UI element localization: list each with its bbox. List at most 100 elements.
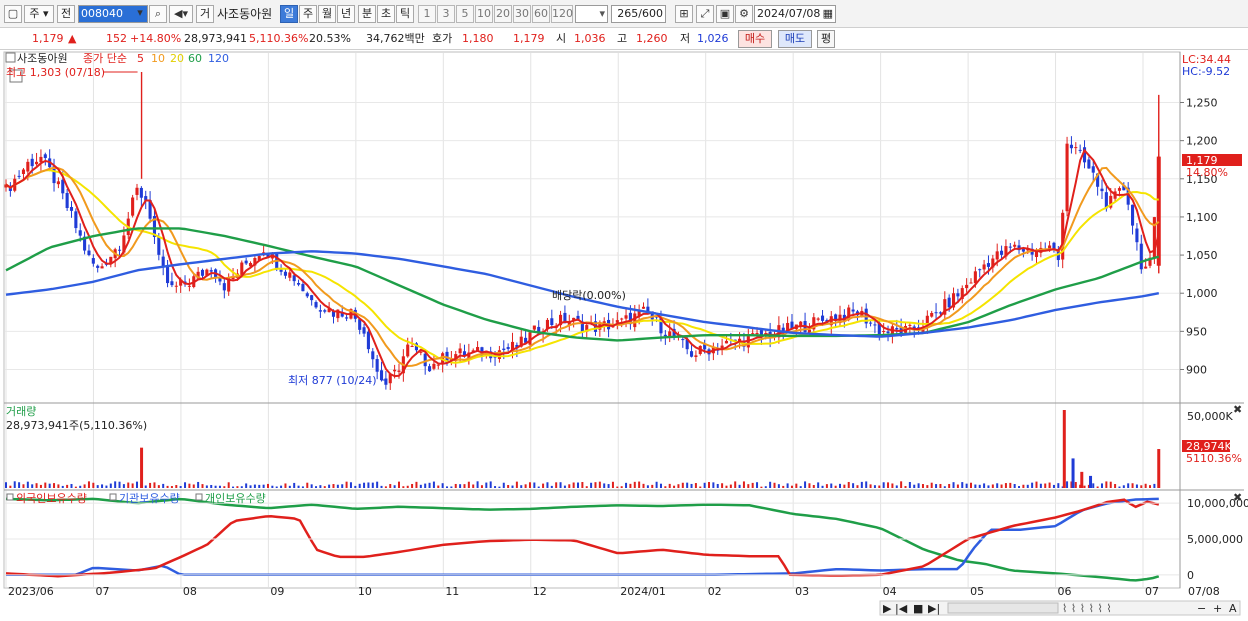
volume-bar: [978, 484, 981, 488]
date-tick-label: 09: [270, 585, 284, 598]
legend-individual: 개인보유수량: [205, 492, 266, 505]
volume-bar: [18, 482, 21, 488]
count-input[interactable]: 265/600: [611, 5, 666, 23]
candle-body: [820, 315, 825, 321]
dividend-annotation: 배당락(0.00%): [552, 289, 626, 302]
scroll-last-button[interactable]: ▶|: [928, 602, 940, 615]
scroll-start-button[interactable]: ▶: [883, 602, 892, 615]
volume-pct: 5,110.36%: [249, 32, 309, 45]
gear-text-button[interactable]: 거: [196, 5, 214, 23]
chart-canvas[interactable]: 9009501,0001,0501,1001,1501,2001,250 사조동…: [0, 50, 1248, 621]
interval-1-button[interactable]: 1: [418, 5, 436, 23]
volume-bar: [921, 484, 924, 488]
volume-bar: [738, 484, 741, 488]
chevron-down-icon[interactable]: ▾: [132, 5, 148, 23]
volume-bar: [673, 485, 676, 488]
line-tool-icon[interactable]: ⤢: [696, 5, 714, 23]
auto-scale-button[interactable]: A: [1229, 602, 1237, 615]
close-icon[interactable]: ✖: [1233, 403, 1242, 416]
volume-bar: [240, 486, 243, 488]
gear-icon[interactable]: ⚙: [735, 5, 753, 23]
tab-period-tick[interactable]: 틱: [396, 5, 414, 23]
scroll-stop-button[interactable]: ■: [913, 602, 923, 615]
candle-icon[interactable]: ⊞: [675, 5, 693, 23]
window-icon[interactable]: ▢: [4, 5, 22, 23]
interval-custom-input[interactable]: ▾: [575, 5, 608, 23]
drawing-tools-icon[interactable]: ⌇ ⌇ ⌇ ⌇ ⌇ ⌇: [1062, 602, 1112, 615]
tab-period-minute[interactable]: 분: [358, 5, 376, 23]
volume-bar: [5, 482, 7, 488]
candle-body: [1078, 149, 1082, 151]
volume-bar: [258, 484, 261, 488]
tab-period-day[interactable]: 일: [280, 5, 298, 23]
volume-bar: [917, 483, 920, 488]
speaker-icon[interactable]: ◀▾: [169, 5, 193, 23]
candle-body: [297, 283, 301, 285]
volume-bar: [380, 485, 383, 488]
legend-foreign: 외국인보유수량: [16, 492, 87, 505]
interval-120-button[interactable]: 120: [551, 5, 573, 23]
volume-bar: [1022, 484, 1025, 488]
candle-body: [1087, 159, 1091, 169]
tab-period-second[interactable]: 초: [377, 5, 395, 23]
tab-period-year[interactable]: 년: [337, 5, 355, 23]
candle-body: [882, 331, 886, 333]
interval-20-button[interactable]: 20: [494, 5, 512, 23]
candle-body: [663, 334, 667, 337]
volume-bar: [275, 486, 278, 488]
close-icon[interactable]: ✖: [1233, 491, 1242, 504]
volume-bar: [454, 483, 457, 488]
interval-60-button[interactable]: 60: [532, 5, 550, 23]
stock-code-value: 008040: [81, 7, 123, 20]
interval-30-button[interactable]: 30: [513, 5, 531, 23]
date-input[interactable]: 2024/07/08 ▦: [754, 5, 836, 23]
volume-bar: [188, 483, 191, 488]
candle-body: [100, 266, 104, 269]
tab-period-month[interactable]: 월: [318, 5, 336, 23]
candle-body: [620, 318, 624, 320]
volume-bar: [297, 485, 300, 488]
candle-body: [170, 281, 174, 286]
volume-bar: [655, 481, 658, 488]
volume-bar: [930, 482, 933, 488]
volume-bar: [170, 486, 173, 488]
prev-button[interactable]: 전: [57, 5, 75, 23]
price-tick-label: 900: [1186, 363, 1207, 376]
interval-3-button[interactable]: 3: [437, 5, 455, 23]
tab-period-week[interactable]: 주: [299, 5, 317, 23]
scrollbar-thumb[interactable]: [947, 602, 1059, 614]
candle-body: [358, 319, 362, 330]
candle-body: [135, 187, 139, 195]
hc-readout: HC:-9.52: [1182, 65, 1230, 78]
sell-button[interactable]: 매도: [778, 30, 812, 48]
candle-body: [502, 348, 506, 350]
volume-bar: [804, 481, 807, 488]
candle-body: [43, 154, 47, 158]
scroll-first-button[interactable]: |◀: [895, 602, 908, 615]
volume-bar: [363, 482, 366, 488]
candle-body: [323, 310, 327, 312]
interval-5-button[interactable]: 5: [456, 5, 474, 23]
volume-bar: [616, 486, 619, 488]
candle-body: [432, 363, 436, 369]
market-select[interactable]: 주 ▾: [24, 5, 54, 23]
high-annotation: 최고 1,303 (07/18): [6, 66, 105, 79]
candle-body: [1008, 246, 1012, 248]
volume-bar: [747, 484, 750, 488]
stock-name: 사조동아원: [217, 7, 273, 21]
save-icon[interactable]: ▣: [716, 5, 734, 23]
volume-bar: [965, 483, 968, 488]
volume-bar: [218, 485, 221, 488]
zoom-in-button[interactable]: +: [1213, 602, 1222, 615]
buy-button[interactable]: 매수: [738, 30, 772, 48]
candle-body: [724, 340, 729, 344]
zoom-out-button[interactable]: −: [1197, 602, 1206, 615]
volume-bar: [70, 483, 73, 488]
avg-button[interactable]: 평: [817, 30, 835, 48]
volume-bar: [520, 485, 523, 488]
search-icon[interactable]: ⌕: [149, 5, 167, 23]
volume-bar: [742, 481, 745, 488]
candle-body: [200, 269, 205, 276]
interval-10-button[interactable]: 10: [475, 5, 493, 23]
volume-bar: [987, 485, 990, 488]
